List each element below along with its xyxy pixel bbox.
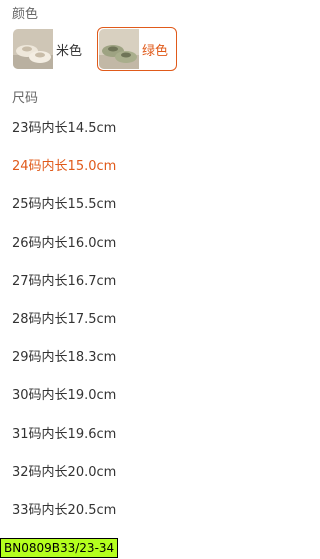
size-option[interactable]: 27码内长16.7cm xyxy=(12,263,116,301)
color-option-beige[interactable]: 米色 xyxy=(11,27,89,71)
size-option[interactable]: 30码内长19.0cm xyxy=(12,377,116,415)
size-option[interactable]: 25码内长15.5cm xyxy=(12,186,116,224)
size-option[interactable]: 26码内长16.0cm xyxy=(12,225,116,263)
color-option-green[interactable]: 绿色 xyxy=(97,27,177,71)
size-list: 23码内长14.5cm 24码内长15.0cm 25码内长15.5cm 26码内… xyxy=(12,110,116,530)
size-option[interactable]: 23码内长14.5cm xyxy=(12,110,116,148)
color-option-label: 米色 xyxy=(56,43,83,59)
color-option-label: 绿色 xyxy=(142,43,169,59)
size-section-label: 尺码 xyxy=(12,91,39,106)
size-option[interactable]: 32码内长20.0cm xyxy=(12,454,116,492)
sku-code-tag: BN0809B33/23-34 xyxy=(0,538,119,558)
color-section-label: 颜色 xyxy=(12,7,39,22)
size-option[interactable]: 31码内长19.6cm xyxy=(12,416,116,454)
green-shoe-thumbnail xyxy=(99,29,139,69)
size-option[interactable]: 33码内长20.5cm xyxy=(12,492,116,530)
beige-shoe-thumbnail xyxy=(13,29,53,69)
size-option[interactable]: 29码内长18.3cm xyxy=(12,339,116,377)
size-option-selected[interactable]: 24码内长15.0cm xyxy=(12,148,116,186)
size-option[interactable]: 28码内长17.5cm xyxy=(12,301,116,339)
